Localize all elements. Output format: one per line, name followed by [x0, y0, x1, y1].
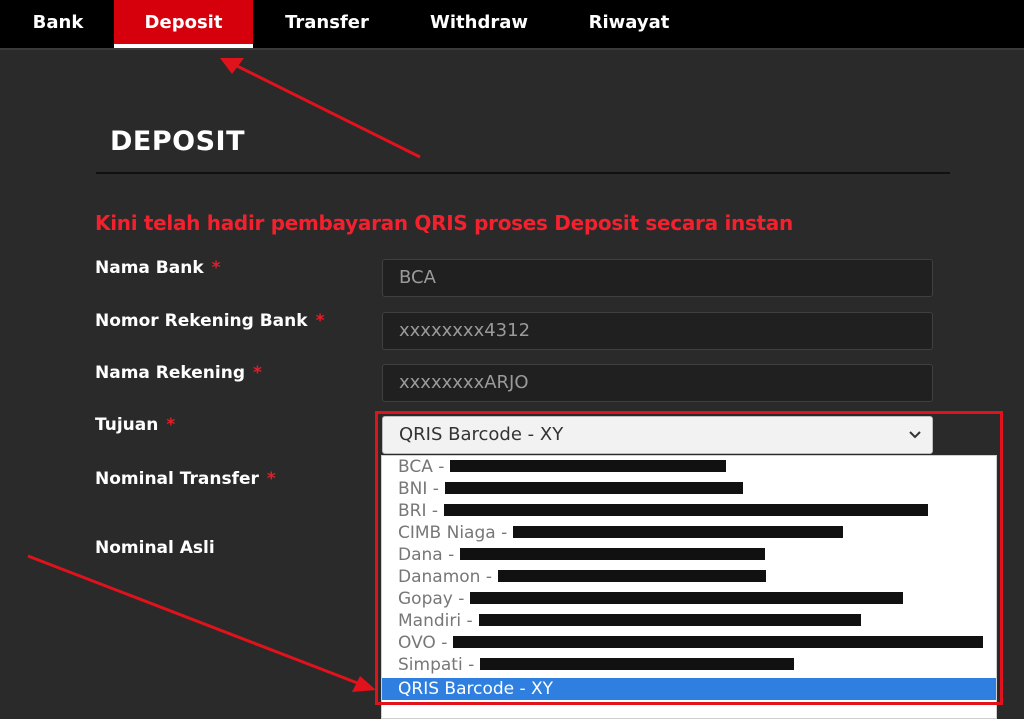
arrow-to-deposit-tab [220, 58, 421, 159]
redaction-bar [513, 526, 844, 538]
tab-transfer[interactable]: Transfer [272, 0, 382, 48]
option-simpati[interactable]: Simpati - [382, 654, 996, 676]
nomor-rekening-field[interactable]: xxxxxxxx4312 [382, 312, 933, 350]
option-danamon[interactable]: Danamon - [382, 566, 996, 588]
option-ovo[interactable]: OVO - [382, 632, 996, 654]
option-label: QRIS Barcode - XY [398, 679, 554, 699]
required-mark: * [166, 415, 176, 435]
nominal-transfer-label: Nominal Transfer * [95, 469, 276, 489]
option-bri[interactable]: BRI - [382, 500, 996, 522]
chevron-down-icon [909, 431, 921, 439]
arrow-to-qris-option [27, 554, 376, 692]
required-mark: * [266, 469, 276, 489]
option-bni[interactable]: BNI - [382, 478, 996, 500]
option-gopay[interactable]: Gopay - [382, 588, 996, 610]
redaction-bar [444, 504, 929, 516]
nama-rekening-label: Nama Rekening * [95, 363, 262, 383]
nomor-rekening-label: Nomor Rekening Bank * [95, 311, 324, 331]
nama-bank-label: Nama Bank * [95, 258, 221, 278]
option-mandiri[interactable]: Mandiri - [382, 610, 996, 632]
redaction-bar [460, 548, 766, 560]
option-label: BCA - [398, 457, 445, 477]
redaction-bar [478, 614, 861, 626]
tab-withdraw[interactable]: Withdraw [418, 0, 540, 48]
nominal-asli-label-text: Nominal Asli [95, 538, 215, 558]
option-label: BNI - [398, 479, 439, 499]
tujuan-select[interactable]: QRIS Barcode - XY [382, 416, 933, 454]
option-label: CIMB Niaga - [398, 523, 508, 543]
tab-deposit[interactable]: Deposit [114, 0, 253, 48]
redaction-bar [450, 460, 727, 472]
option-bca[interactable]: BCA - [382, 456, 996, 478]
required-mark: * [211, 258, 221, 278]
nama-bank-label-text: Nama Bank [95, 258, 204, 278]
redaction-bar [453, 636, 984, 648]
redaction-bar [470, 592, 904, 604]
tujuan-label: Tujuan * [95, 415, 175, 435]
tujuan-selected-value: QRIS Barcode - XY [399, 424, 564, 445]
option-label: Dana - [398, 545, 455, 565]
tab-riwayat[interactable]: Riwayat [578, 0, 680, 48]
page-title: DEPOSIT [110, 126, 246, 157]
option-label: Simpati - [398, 655, 475, 675]
tujuan-label-text: Tujuan [95, 415, 159, 435]
tab-bank[interactable]: Bank [12, 0, 104, 48]
option-label: Danamon - [398, 567, 492, 587]
option-label: Mandiri - [398, 611, 473, 631]
redaction-bar [497, 570, 766, 582]
redaction-bar [444, 482, 743, 494]
required-mark: * [253, 363, 262, 383]
option-label: OVO - [398, 633, 448, 653]
top-nav: Bank Deposit Transfer Withdraw Riwayat [0, 0, 1024, 50]
qris-promo-text: Kini telah hadir pembayaran QRIS proses … [95, 211, 793, 235]
nama-bank-field[interactable]: BCA [382, 259, 933, 297]
nama-rekening-field[interactable]: xxxxxxxxARJO [382, 364, 933, 402]
option-label: BRI - [398, 501, 439, 521]
nominal-transfer-label-text: Nominal Transfer [95, 469, 259, 489]
option-qris-barcode[interactable]: QRIS Barcode - XY [382, 678, 996, 700]
required-mark: * [315, 311, 325, 331]
option-cimb-niaga[interactable]: CIMB Niaga - [382, 522, 996, 544]
option-dana[interactable]: Dana - [382, 544, 996, 566]
redaction-bar [480, 658, 795, 670]
heading-divider [96, 172, 950, 174]
nama-rekening-label-text: Nama Rekening [95, 363, 246, 383]
nomor-rekening-label-text: Nomor Rekening Bank [95, 311, 308, 331]
tujuan-dropdown-list: BCA - BNI - BRI - CIMB Niaga - Dana - Da… [381, 455, 997, 719]
option-label: Gopay - [398, 589, 465, 609]
nominal-asli-label: Nominal Asli [95, 538, 215, 558]
